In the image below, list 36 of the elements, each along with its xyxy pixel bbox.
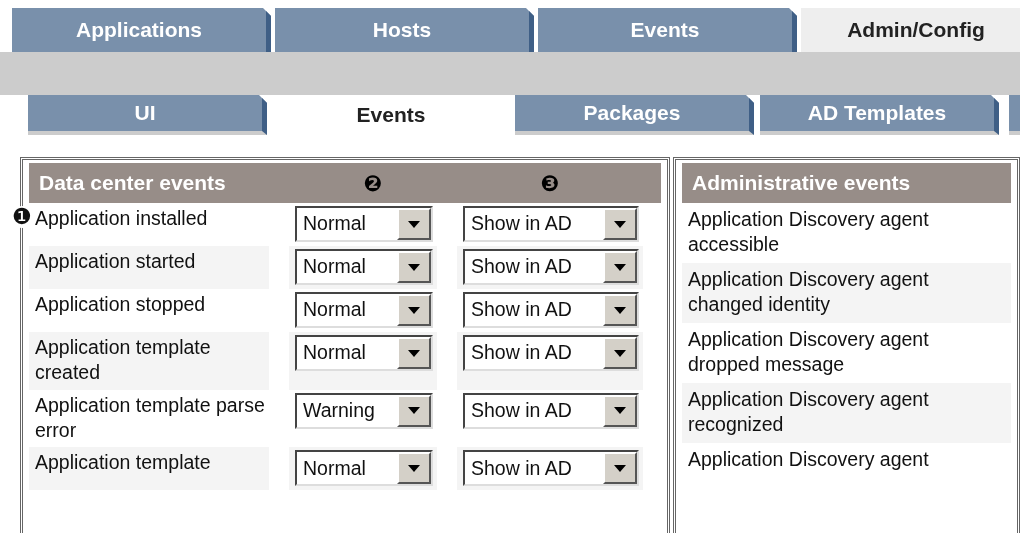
panel-title: Administrative events	[692, 171, 912, 195]
sub-tab[interactable]	[1009, 95, 1020, 135]
panel-title: Data center events	[39, 171, 227, 195]
callout-number: ❸	[540, 170, 560, 196]
display-dropdown[interactable]: Show in AD	[463, 335, 639, 371]
display-dropdown[interactable]: Show in AD	[463, 292, 639, 328]
severity-dropdown[interactable]: Normal	[295, 206, 433, 242]
caret-icon	[408, 263, 420, 271]
caret-icon	[408, 407, 420, 415]
severity-dropdown[interactable]: Normal	[295, 335, 433, 371]
caret-icon	[408, 306, 420, 314]
event-name: Application Discovery agent recognized	[682, 383, 1011, 443]
severity-dropdown[interactable]: Normal	[295, 450, 433, 487]
callout-number: ❶	[12, 206, 32, 228]
event-name: Application started	[29, 246, 269, 289]
caret-icon	[614, 263, 626, 271]
caret-icon	[614, 407, 626, 415]
caret-icon	[614, 464, 626, 472]
caret-icon	[614, 349, 626, 357]
display-dropdown[interactable]: Show in AD	[463, 450, 639, 487]
severity-dropdown[interactable]: Warning	[295, 392, 433, 429]
caret-icon	[614, 220, 626, 228]
severity-dropdown[interactable]: Normal	[295, 249, 433, 285]
display-dropdown[interactable]: Show in AD	[463, 206, 639, 242]
main-tab[interactable]: Admin/Config	[801, 8, 1020, 52]
event-name: Application Discovery agent changed identity	[682, 263, 1011, 323]
caret-icon	[408, 349, 420, 357]
caret-icon	[408, 464, 420, 472]
event-name: Application template created	[29, 332, 269, 390]
display-dropdown[interactable]: Show in AD	[463, 249, 639, 285]
caret-icon	[408, 220, 420, 228]
caret-icon	[614, 306, 626, 314]
display-dropdown[interactable]: Show in AD	[463, 392, 639, 429]
event-name: Application template	[29, 447, 269, 491]
severity-dropdown[interactable]: Normal	[295, 292, 433, 328]
callout-number: ❷	[363, 170, 383, 196]
